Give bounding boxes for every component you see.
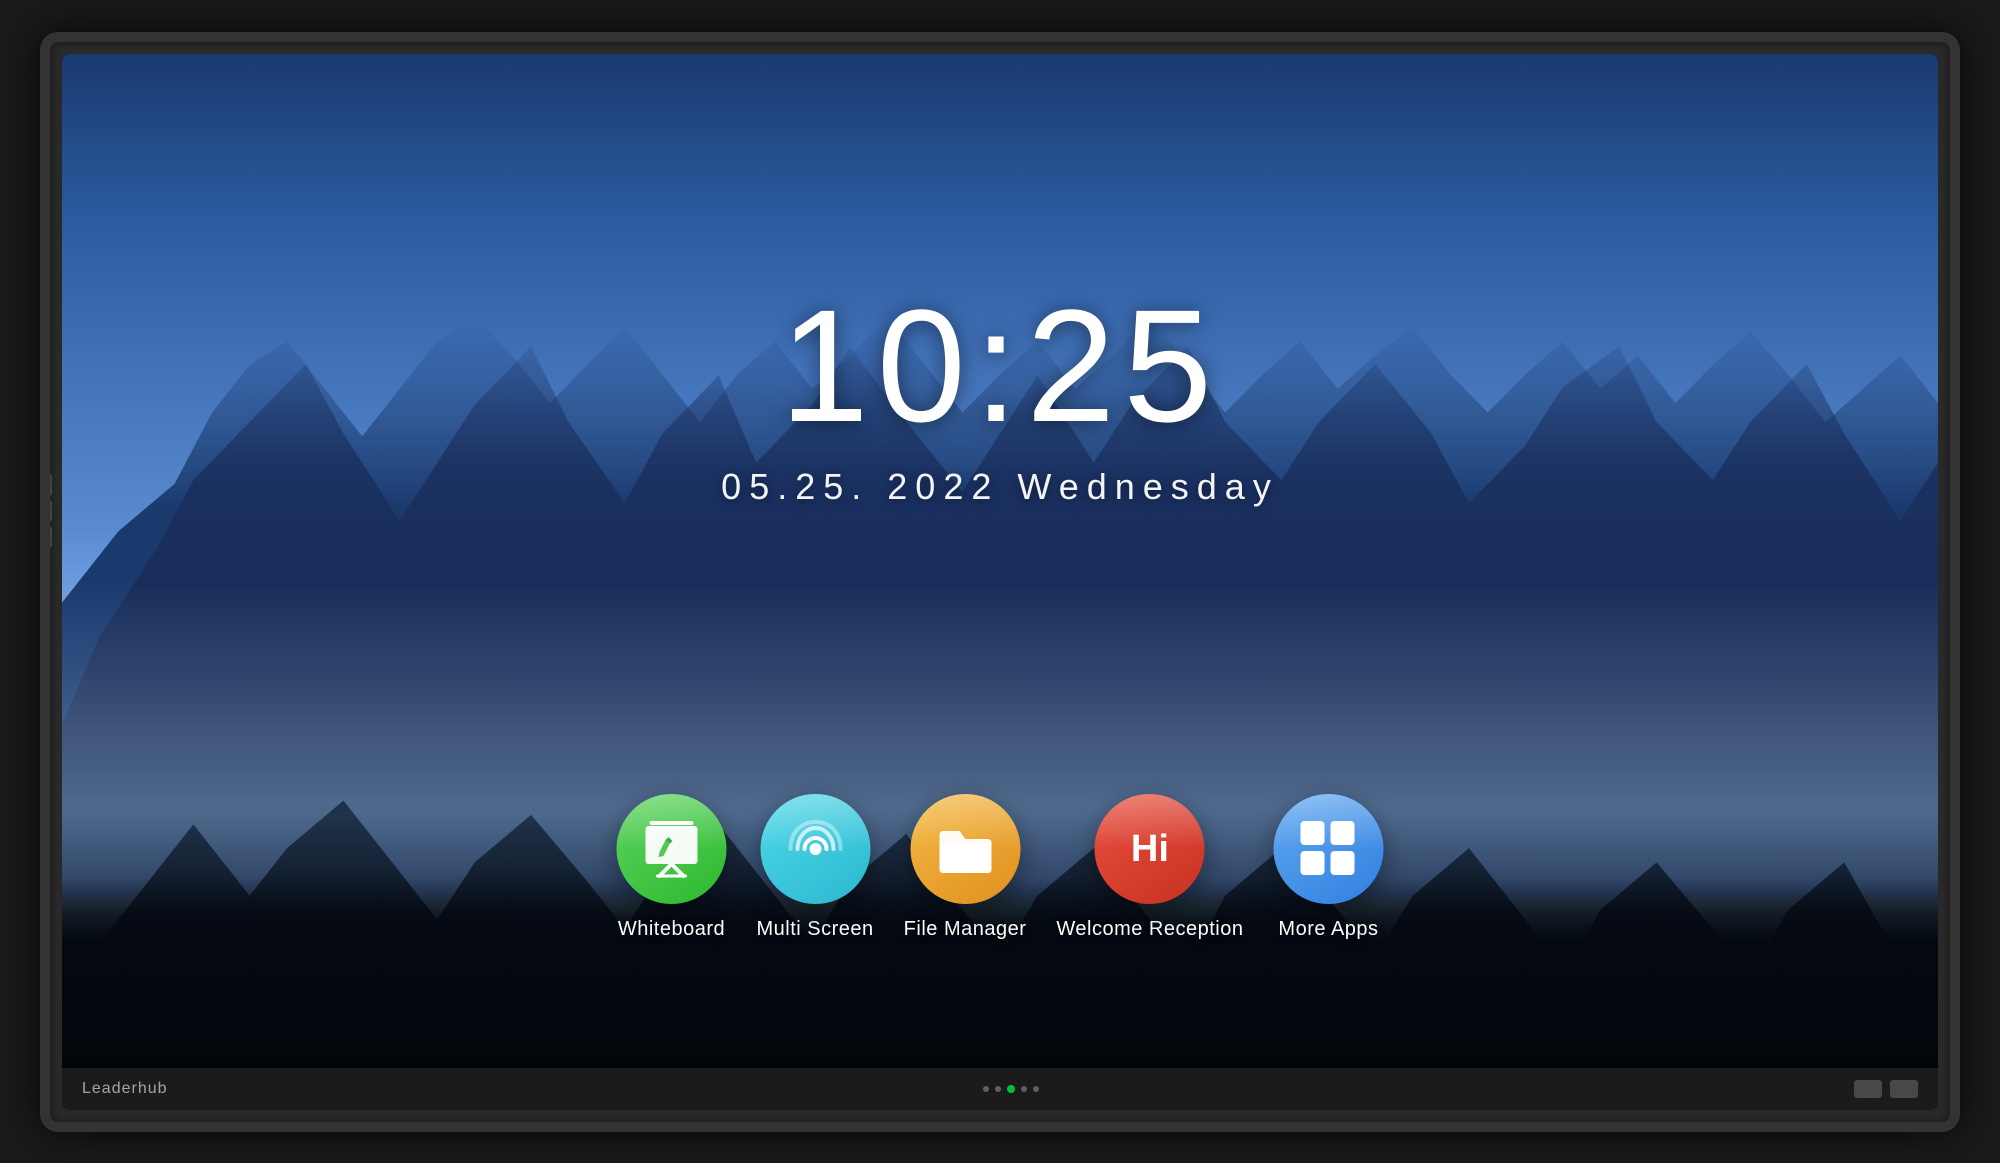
tv-frame: 10:25 05.25. 2022 Wednesday xyxy=(40,32,1960,1132)
app-multiscreen[interactable]: Multi Screen xyxy=(757,794,874,941)
screen: 10:25 05.25. 2022 Wednesday xyxy=(62,54,1938,1110)
app-filemanager[interactable]: File Manager xyxy=(904,794,1027,941)
whiteboard-icon[interactable] xyxy=(617,794,727,904)
volume-down-button[interactable] xyxy=(44,500,52,522)
bottom-dots xyxy=(983,1085,1039,1093)
multiscreen-label: Multi Screen xyxy=(757,918,874,941)
grid-dot-2 xyxy=(1330,821,1354,845)
dot-1 xyxy=(983,1086,989,1092)
dot-2 xyxy=(995,1086,1001,1092)
dot-4 xyxy=(1033,1086,1039,1092)
whiteboard-label: Whiteboard xyxy=(618,918,725,941)
grid-dot-4 xyxy=(1330,851,1354,875)
filemanager-label: File Manager xyxy=(904,918,1027,941)
apps-grid-icon xyxy=(1300,821,1356,877)
app-whiteboard[interactable]: Whiteboard xyxy=(617,794,727,941)
bottom-right-controls xyxy=(1854,1080,1918,1098)
dot-active xyxy=(1007,1085,1015,1093)
filemanager-icon[interactable] xyxy=(910,794,1020,904)
apps-row: Whiteboard Multi Screen xyxy=(617,794,1384,941)
hdmi-icon[interactable] xyxy=(1854,1080,1882,1098)
hi-text: Hi xyxy=(1131,830,1169,868)
welcome-icon[interactable]: Hi xyxy=(1095,794,1205,904)
volume-up-button[interactable] xyxy=(44,474,52,496)
tv-bezel: 10:25 05.25. 2022 Wednesday xyxy=(62,54,1938,1110)
brand-label: Leaderhub xyxy=(82,1080,168,1098)
moreapps-icon[interactable] xyxy=(1273,794,1383,904)
app-moreapps[interactable]: More Apps xyxy=(1273,794,1383,941)
power-button[interactable] xyxy=(44,526,52,548)
clock-time: 10:25 xyxy=(721,286,1279,446)
clock-date: 05.25. 2022 Wednesday xyxy=(721,466,1279,508)
grid-dot-3 xyxy=(1300,851,1324,875)
welcome-label: Welcome Reception xyxy=(1056,918,1243,941)
grid-dot-1 xyxy=(1300,821,1324,845)
moreapps-label: More Apps xyxy=(1278,918,1378,941)
settings-icon[interactable] xyxy=(1890,1080,1918,1098)
bottom-bar: Leaderhub xyxy=(62,1068,1938,1110)
side-buttons xyxy=(44,474,52,548)
dot-3 xyxy=(1021,1086,1027,1092)
app-welcome[interactable]: Hi Welcome Reception xyxy=(1056,794,1243,941)
time-display: 10:25 05.25. 2022 Wednesday xyxy=(721,286,1279,508)
multiscreen-icon[interactable] xyxy=(760,794,870,904)
